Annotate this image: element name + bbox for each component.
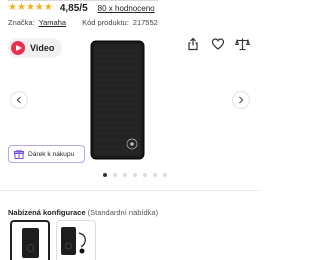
meta-spacer: [70, 18, 78, 27]
chevron-right-icon: [239, 96, 244, 104]
config-option-speaker[interactable]: [10, 220, 50, 260]
brand-link[interactable]: Yamaha: [39, 18, 66, 27]
gallery-dot[interactable]: [113, 173, 117, 177]
gallery-dot[interactable]: [133, 173, 137, 177]
reviews-link[interactable]: 80 x hodnoceno: [98, 4, 155, 13]
gallery-dot[interactable]: [143, 173, 147, 177]
product-meta: Značka: Yamaha Kód produktu: 217552: [8, 18, 158, 27]
share-icon[interactable]: [185, 36, 200, 51]
gift-button-label: Dárek k nákupu: [28, 150, 75, 158]
gallery-dot[interactable]: [163, 173, 167, 177]
chevron-left-icon: [16, 96, 21, 104]
star-icon: ★: [43, 2, 53, 13]
star-icon: ★: [8, 2, 17, 13]
gallery-dot[interactable]: [123, 173, 127, 177]
rating-stars: ★ ★ ★ ★ ★: [8, 3, 53, 13]
speaker-bundle-thumbnail-icon: [61, 227, 86, 255]
gift-button[interactable]: Dárek k nákupu: [8, 145, 85, 163]
configuration-title: Nabízená konfigurace: [8, 208, 86, 217]
configuration-subtitle: (Standardní nabídka): [87, 208, 159, 217]
product-actions: [185, 36, 250, 51]
gallery-next-button[interactable]: [232, 91, 250, 109]
gallery-dot[interactable]: [103, 173, 107, 177]
configuration-heading: Nabízená konfigurace (Standardní nabídka…: [8, 208, 158, 217]
play-icon: [11, 41, 25, 55]
star-icon: ★: [34, 2, 44, 13]
brand-label: Značka:: [8, 18, 35, 27]
product-code-label: Kód produktu:: [82, 18, 129, 27]
heart-icon[interactable]: [210, 36, 225, 51]
video-button[interactable]: Video: [8, 38, 63, 58]
star-icon: ★: [25, 2, 35, 13]
star-icon: ★: [16, 2, 26, 13]
compare-scale-icon[interactable]: [235, 36, 250, 51]
config-option-speaker-bundle[interactable]: [56, 220, 96, 260]
gift-icon: [14, 149, 24, 159]
product-title-edge: [8, 0, 158, 1]
rating-row: ★ ★ ★ ★ ★ 4,85/5 80 x hodnoceno: [8, 2, 155, 14]
product-image-speaker[interactable]: [90, 40, 145, 160]
gallery-pagination: [103, 173, 167, 177]
gallery-prev-button[interactable]: [10, 91, 28, 109]
product-code-value: 217552: [132, 18, 158, 27]
speaker-thumbnail-icon: [22, 228, 39, 258]
gallery-dot[interactable]: [153, 173, 157, 177]
video-button-label: Video: [30, 43, 55, 53]
section-divider: [0, 190, 260, 191]
rating-value: 4,85/5: [59, 2, 88, 14]
